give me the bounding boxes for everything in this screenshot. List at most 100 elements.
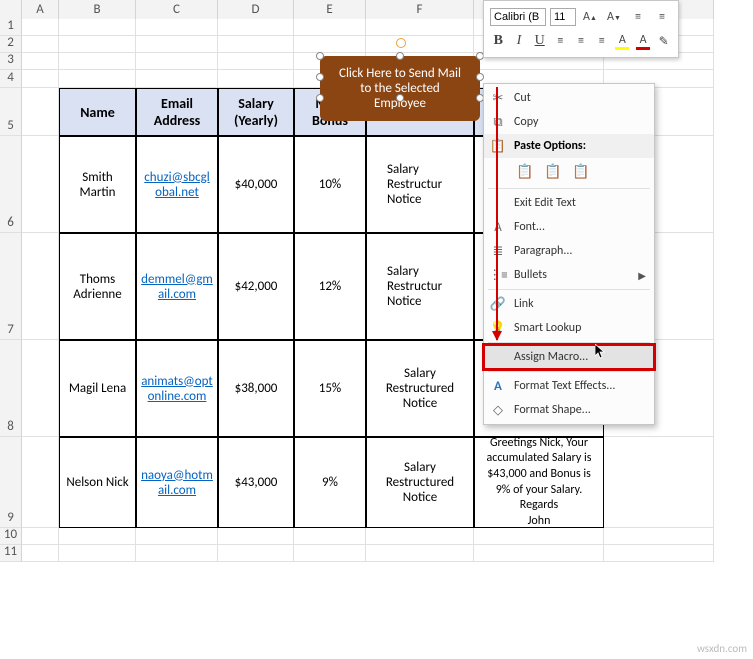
cell-subject-4[interactable]: Salary Restructured Notice: [366, 437, 474, 528]
row-header-1[interactable]: 1: [0, 19, 22, 36]
cell-name-1[interactable]: Smith Martin: [59, 136, 136, 233]
resize-handle-e[interactable]: [476, 73, 484, 81]
align-left-icon[interactable]: ≡: [552, 31, 569, 51]
row-header-8[interactable]: 8: [0, 340, 22, 437]
paragraph-icon: ≣: [490, 243, 506, 259]
paste-option-1-icon[interactable]: 📋: [514, 160, 536, 182]
paste-option-3-icon[interactable]: 📋: [570, 160, 592, 182]
row-header-4[interactable]: 4: [0, 70, 22, 88]
menu-format-text[interactable]: AFormat Text Effects...: [484, 374, 654, 398]
row-header-3[interactable]: 3: [0, 53, 22, 70]
font-icon: A: [490, 219, 506, 235]
menu-format-shape[interactable]: ◇Format Shape...: [484, 398, 654, 422]
format-shape-icon: ◇: [490, 402, 506, 418]
row-header-6[interactable]: 6: [0, 136, 22, 233]
paste-options-row: 📋 📋 📋: [484, 158, 654, 186]
font-name-input[interactable]: [490, 8, 546, 26]
cell-email-2[interactable]: demmel@gmail.com: [136, 233, 218, 340]
col-header-b[interactable]: B: [59, 0, 136, 19]
cell-email-4[interactable]: naoya@hotmail.com: [136, 437, 218, 528]
cell-bonus-1[interactable]: 10%: [294, 136, 366, 233]
cell-name-4[interactable]: Nelson Nick: [59, 437, 136, 528]
watermark: wsxdn.com: [697, 642, 747, 655]
col-header-e[interactable]: E: [294, 0, 366, 19]
resize-handle-s[interactable]: [396, 94, 404, 102]
select-all-corner[interactable]: [0, 0, 22, 19]
cell-subject-1[interactable]: SalaryRestructurNotice: [366, 136, 474, 233]
row-header-7[interactable]: 7: [0, 233, 22, 340]
font-color-button[interactable]: A: [635, 31, 652, 51]
cell-subject-3[interactable]: Salary Restructured Notice: [366, 340, 474, 437]
underline-button[interactable]: U: [531, 31, 548, 51]
align-right-icon[interactable]: ≡: [593, 31, 610, 51]
cell-salary-3[interactable]: $38,000: [218, 340, 294, 437]
row-header-10[interactable]: 10: [0, 528, 22, 545]
menu-exit-edit[interactable]: Exit Edit Text: [484, 191, 654, 215]
red-arrow-annotation: [496, 87, 498, 340]
bold-button[interactable]: B: [490, 31, 507, 51]
font-size-input[interactable]: [550, 8, 576, 26]
paste-icon: 📋: [490, 138, 506, 154]
copy-icon: ⧉: [490, 114, 506, 130]
paste-option-2-icon[interactable]: 📋: [542, 160, 564, 182]
cell-bonus-2[interactable]: 12%: [294, 233, 366, 340]
resize-handle-w[interactable]: [316, 73, 324, 81]
cut-icon: ✂: [490, 90, 506, 106]
resize-handle-sw[interactable]: [316, 94, 324, 102]
row-headers: 1 2 3 4 5 6 7 8 9 10 11: [0, 19, 22, 562]
cell-salary-2[interactable]: $42,000: [218, 233, 294, 340]
mini-toolbar: A▲ A▼ ≡ ≡ B I U ≡ ≡ ≡ A A ✎: [483, 0, 679, 58]
row-header-9[interactable]: 9: [0, 437, 22, 528]
col-header-a[interactable]: A: [22, 0, 59, 19]
format-text-icon: A: [490, 378, 506, 394]
col-header-c[interactable]: C: [136, 0, 218, 19]
menu-assign-macro[interactable]: Assign Macro...: [484, 345, 654, 369]
resize-handle-nw[interactable]: [316, 52, 324, 60]
rotate-handle-icon[interactable]: [396, 38, 406, 48]
col-header-f[interactable]: F: [366, 0, 474, 19]
link-icon: 🔗: [490, 296, 506, 312]
menu-cut[interactable]: ✂Cut: [484, 86, 654, 110]
row-header-11[interactable]: 11: [0, 545, 22, 562]
decrease-font-icon[interactable]: A▼: [604, 7, 624, 27]
th-email[interactable]: Email Address: [136, 88, 218, 136]
separator: [488, 289, 650, 290]
menu-paste-options: 📋Paste Options:: [484, 134, 654, 158]
menu-copy[interactable]: ⧉Copy: [484, 110, 654, 134]
separator: [488, 342, 650, 343]
row-header-2[interactable]: 2: [0, 36, 22, 53]
th-salary[interactable]: Salary (Yearly): [218, 88, 294, 136]
cell-body-4[interactable]: Greetings Nick, Your accumulated Salary …: [474, 437, 604, 528]
cell-bonus-3[interactable]: 15%: [294, 340, 366, 437]
menu-smart-lookup[interactable]: 💡Smart Lookup: [484, 316, 654, 340]
cell-bonus-4[interactable]: 9%: [294, 437, 366, 528]
menu-link[interactable]: 🔗Link: [484, 292, 654, 316]
increase-indent-icon[interactable]: ≡: [652, 7, 672, 27]
italic-button[interactable]: I: [511, 31, 528, 51]
resize-handle-n[interactable]: [396, 52, 404, 60]
row-header-5[interactable]: 5: [0, 88, 22, 136]
cell-subject-2[interactable]: SalaryRestructurNotice: [366, 233, 474, 340]
increase-font-icon[interactable]: A▲: [580, 7, 600, 27]
context-menu: ✂Cut ⧉Copy 📋Paste Options: 📋 📋 📋 Exit Ed…: [483, 83, 655, 425]
align-center-icon[interactable]: ≡: [573, 31, 590, 51]
separator: [488, 371, 650, 372]
submenu-arrow-icon: ▶: [638, 269, 646, 282]
decrease-indent-icon[interactable]: ≡: [628, 7, 648, 27]
fill-color-button[interactable]: A: [614, 31, 631, 51]
menu-bullets[interactable]: ⋮≡Bullets▶: [484, 263, 654, 287]
menu-font[interactable]: AFont...: [484, 215, 654, 239]
send-mail-button-shape[interactable]: Click Here to Send Mail to the Selected …: [320, 56, 480, 121]
cell-name-3[interactable]: Magil Lena: [59, 340, 136, 437]
format-painter-icon[interactable]: ✎: [655, 31, 672, 51]
cell-email-3[interactable]: animats@optonline.com: [136, 340, 218, 437]
separator: [488, 188, 650, 189]
th-name[interactable]: Name: [59, 88, 136, 136]
cell-salary-1[interactable]: $40,000: [218, 136, 294, 233]
cell-email-1[interactable]: chuzi@sbcglobal.net: [136, 136, 218, 233]
col-header-d[interactable]: D: [218, 0, 294, 19]
mouse-cursor-icon: [595, 344, 607, 360]
menu-paragraph[interactable]: ≣Paragraph...: [484, 239, 654, 263]
cell-name-2[interactable]: Thoms Adrienne: [59, 233, 136, 340]
cell-salary-4[interactable]: $43,000: [218, 437, 294, 528]
